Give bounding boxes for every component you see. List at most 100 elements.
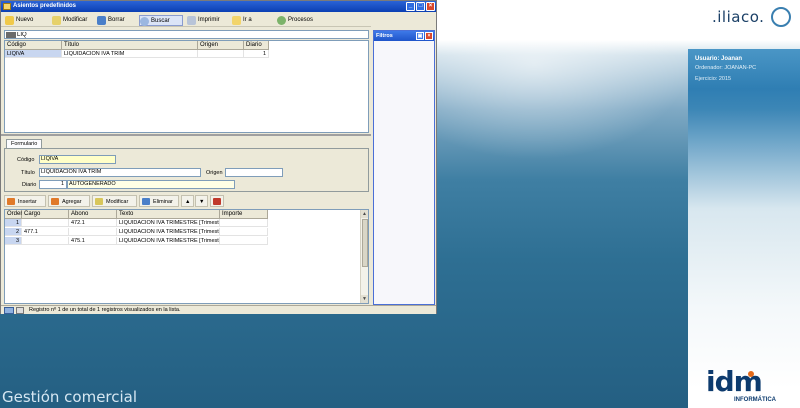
cell-origen [198,50,244,58]
window-title: Asientos predefinidos [13,3,77,9]
edit-icon [52,16,61,25]
lines-grid: Orden Cargo Abono Texto Importe 1 472.1 … [4,209,369,304]
codigo-field[interactable]: LIQIVA [39,155,116,164]
column-header[interactable]: Importe [220,210,268,219]
modify-button[interactable]: Modificar [52,15,87,26]
goto-button[interactable]: Ir a [232,15,252,26]
cell-cargo: 477.1 [22,228,69,236]
diario-number-field[interactable]: 1 [39,180,67,189]
vertical-scrollbar[interactable]: ▲ ▼ [360,210,368,303]
column-header[interactable]: Título [62,41,198,50]
scroll-down-icon[interactable]: ▼ [361,295,368,303]
new-label: Nuevo [16,17,34,23]
delete-button[interactable]: Borrar [97,15,125,26]
column-header[interactable]: Abono [69,210,117,219]
cell-abono [69,228,117,236]
append-icon [51,198,59,205]
predefined-entries-window: Asientos predefinidos _ □ × Nuevo Modifi… [0,0,437,314]
status-text: Registro nº 1 de un total de 1 registros… [29,307,181,313]
delete-label: Borrar [108,17,125,23]
printer-icon [187,16,196,25]
main-toolbar: Nuevo Modificar Borrar Buscar Imprimir I… [1,13,371,27]
edit-icon [95,198,103,205]
column-header[interactable]: Diario [244,41,269,50]
column-header[interactable]: Cargo [22,210,69,219]
titulo-label: Título [21,170,35,176]
toggle-icon[interactable] [16,307,24,314]
insert-label: Insertar [18,199,37,205]
insert-button[interactable]: Insertar [4,195,46,207]
entries-list: Código Título Origen Diario LIQIVA LIQUI… [4,40,369,133]
cell-orden: 3 [5,237,22,245]
keyboard-icon [6,32,16,38]
cell-orden: 2 [5,228,22,236]
desktop-background [430,40,690,160]
filters-title: Filtros [376,33,393,39]
cell-codigo: LIQIVA [5,50,62,58]
append-label: Agregar [62,199,82,205]
origen-label: Origen [206,170,223,176]
maximize-button[interactable]: □ [416,2,425,11]
cell-texto: LIQUIDACION IVA TRIMESTRE [Trimestr [117,237,220,245]
modify-line-label: Modificar [106,199,129,205]
modify-label: Modificar [63,17,88,23]
column-header[interactable]: Origen [198,41,244,50]
search-button[interactable]: Buscar [139,15,183,26]
cell-importe [220,237,268,245]
filters-panel: Filtros ▣ × [373,30,435,305]
titulo-field[interactable]: LIQUIDACION IVA TRIM [39,168,201,177]
delete-icon [142,198,150,205]
window-titlebar[interactable]: Asientos predefinidos _ □ × [1,1,436,12]
book-icon [213,198,221,205]
user-label: Usuario: Joanan [695,56,743,62]
binoculars-icon [140,17,149,26]
iliaco-logo: .iliaco. [712,8,765,26]
cell-importe [220,219,268,227]
search-label: Buscar [151,18,170,24]
origen-field[interactable] [225,168,283,177]
scroll-up-icon[interactable]: ▲ [361,210,368,218]
iliaco-logo-circle [771,7,791,27]
lines-toolbar: Insertar Agregar Modificar Eliminar ▲ ▼ [4,195,369,208]
window-app-icon [3,3,11,10]
close-button[interactable]: × [426,2,435,11]
column-header[interactable]: Código [5,41,62,50]
monitor-icon [4,307,14,314]
search-bar [4,30,369,39]
chevron-down-icon: ▼ [199,199,205,205]
cell-titulo: LIQUIDACION IVA TRIM [62,50,198,58]
new-button[interactable]: Nuevo [5,15,33,26]
processes-label: Procesos [288,17,314,23]
scrollbar-thumb[interactable] [362,219,368,267]
cell-texto: LIQUIDACION IVA TRIMESTRE [Trimestr [117,228,220,236]
cell-orden: 1 [5,219,22,227]
filters-header: Filtros ▣ × [374,31,434,41]
minimize-button[interactable]: _ [406,2,415,11]
column-header[interactable]: Texto [117,210,220,219]
splitter[interactable] [1,134,371,136]
delete-line-button[interactable]: Eliminar [139,195,179,207]
idm-logo-subtitle: INFORMÁTICA [734,397,776,403]
diario-name-field: AUTOGENERADO [67,180,235,189]
cell-cargo [22,237,69,245]
processes-button[interactable]: Procesos [277,15,313,26]
move-up-button[interactable]: ▲ [181,195,194,207]
goto-label: Ir a [243,17,252,23]
column-header[interactable]: Orden [5,210,24,219]
insert-icon [7,198,15,205]
diario-label: Diario [22,182,37,188]
print-button[interactable]: Imprimir [187,15,220,26]
book-button[interactable] [210,195,224,207]
move-down-button[interactable]: ▼ [195,195,208,207]
search-input[interactable] [17,31,367,38]
delete-icon [97,16,106,25]
append-button[interactable]: Agregar [48,195,90,207]
modify-line-button[interactable]: Modificar [92,195,137,207]
pin-icon[interactable]: ▣ [416,32,424,40]
filters-close-icon[interactable]: × [425,32,433,40]
cell-abono: 475.1 [69,237,117,245]
cell-abono: 472.1 [69,219,117,227]
codigo-label: Código [17,157,35,163]
idm-logo-dot [748,371,754,377]
cell-diario: 1 [244,50,269,58]
